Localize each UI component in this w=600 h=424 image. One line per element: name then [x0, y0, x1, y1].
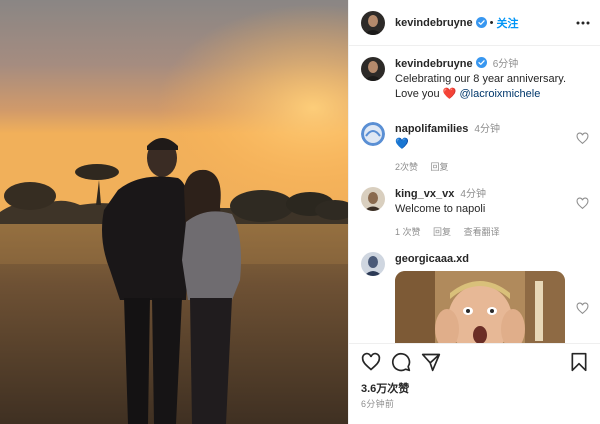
- georgicaaa-avatar-image: [361, 252, 385, 276]
- caption-time: 6分钟: [492, 59, 519, 70]
- comment-like-heart-icon[interactable]: [576, 132, 589, 145]
- comment-username[interactable]: georgicaaa.xd: [395, 253, 469, 265]
- reply-button[interactable]: 回复: [433, 227, 451, 237]
- comment-line: georgicaaa.xd: [395, 252, 571, 267]
- caption-username[interactable]: kevindebruyne: [395, 58, 473, 70]
- caption-body: kevindebruyne 6分钟 Celebrating our 8 year…: [395, 57, 589, 102]
- verified-badge-icon: [475, 17, 487, 28]
- comment-meta: 2次赞 回复: [395, 160, 571, 173]
- instagram-post-modal: kevindebruyne • 关注 kevindebruyne 6分钟 Cel…: [0, 0, 600, 424]
- caption-verified-icon: [475, 57, 487, 68]
- comment-line: napolifamilies 4分钟: [395, 122, 571, 137]
- comment-meta: 1 次赞 回复 查看翻译: [395, 225, 571, 238]
- comment-like-count[interactable]: 1 次赞: [395, 227, 421, 237]
- comment-text: 💙: [395, 138, 409, 150]
- comment-avatar[interactable]: [361, 252, 385, 276]
- heart-outline-icon[interactable]: [361, 352, 381, 372]
- post-header: kevindebruyne • 关注: [349, 0, 600, 46]
- comment-avatar[interactable]: [361, 122, 385, 146]
- comment-like-heart-icon[interactable]: [576, 197, 589, 210]
- napolifamilies-avatar-image: [361, 122, 385, 146]
- more-options-icon[interactable]: [575, 15, 591, 31]
- paper-plane-icon[interactable]: [421, 352, 441, 372]
- comment-body: georgicaaa.xd: [395, 252, 589, 343]
- reply-button[interactable]: 回复: [431, 162, 449, 172]
- comment-like-count[interactable]: 2次赞: [395, 162, 418, 172]
- comments-list[interactable]: kevindebruyne 6分钟 Celebrating our 8 year…: [349, 47, 600, 343]
- post-like-count[interactable]: 3.6万次赞: [361, 380, 409, 396]
- post-photo[interactable]: [0, 0, 348, 424]
- comment-username[interactable]: napolifamilies: [395, 123, 468, 135]
- comment-text: Welcome to napoli: [395, 203, 486, 215]
- comment-bubble-icon[interactable]: [391, 352, 411, 372]
- see-translation-button[interactable]: 查看翻译: [464, 227, 500, 237]
- header-separator: •: [489, 16, 494, 29]
- comment-avatar[interactable]: [361, 187, 385, 211]
- comment-body: napolifamilies 4分钟 💙 2次赞 回复: [395, 122, 589, 173]
- comment-body: king_vx_vx 4分钟 Welcome to napoli 1 次赞 回复…: [395, 187, 589, 238]
- comment-item: king_vx_vx 4分钟 Welcome to napoli 1 次赞 回复…: [361, 187, 589, 238]
- post-caption: kevindebruyne 6分钟 Celebrating our 8 year…: [361, 57, 589, 102]
- post-actions-bar: 3.6万次赞 6分钟前: [349, 343, 600, 424]
- post-timestamp: 6分钟前: [361, 399, 395, 409]
- comment-item: georgicaaa.xd: [361, 252, 589, 343]
- author-avatar[interactable]: [361, 10, 385, 35]
- comment-item: napolifamilies 4分钟 💙 2次赞 回复: [361, 122, 589, 173]
- author-username[interactable]: kevindebruyne: [395, 17, 473, 29]
- comment-time: 4分钟: [474, 124, 500, 135]
- caption-avatar-image: [361, 57, 385, 81]
- reaction-gif[interactable]: [395, 271, 565, 343]
- comment-like-heart-icon[interactable]: [576, 302, 589, 315]
- comment-time: 4分钟: [460, 189, 486, 200]
- caption-line: kevindebruyne 6分钟: [395, 57, 571, 72]
- post-details-panel: kevindebruyne • 关注 kevindebruyne 6分钟 Cel…: [348, 0, 600, 424]
- caption-mention[interactable]: @lacroixmichele: [459, 88, 540, 100]
- caption-text-line: Celebrating our 8 year anniversary. Love…: [395, 72, 571, 102]
- author-avatar-image: [361, 10, 385, 35]
- bookmark-icon[interactable]: [569, 352, 589, 372]
- comment-line: king_vx_vx 4分钟: [395, 187, 571, 202]
- comment-username[interactable]: king_vx_vx: [395, 188, 454, 200]
- follow-button[interactable]: 关注: [497, 15, 519, 31]
- surprised-face-gif-image: [395, 271, 565, 343]
- action-icons: [349, 344, 600, 380]
- king-vx-vx-avatar-image: [361, 187, 385, 211]
- sunset-couple-photo: [0, 0, 348, 424]
- red-heart-emoji: ❤️: [442, 88, 457, 100]
- caption-avatar[interactable]: [361, 57, 385, 81]
